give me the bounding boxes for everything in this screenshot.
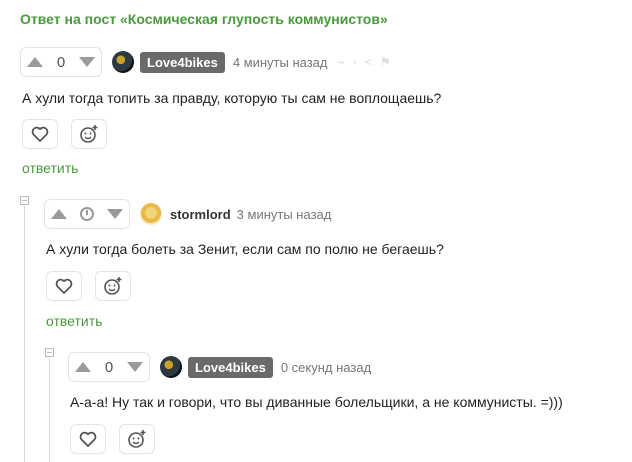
avatar[interactable] xyxy=(112,51,134,73)
clock-icon xyxy=(80,207,94,221)
collapse-icon[interactable] xyxy=(20,196,29,205)
heart-icon xyxy=(79,431,97,447)
like-button[interactable] xyxy=(22,119,58,149)
comment-text: А-а-а! Ну так и говори, что вы диванные … xyxy=(70,394,563,410)
save-icon[interactable]: ▫ xyxy=(353,55,357,69)
avatar[interactable] xyxy=(160,356,182,378)
heart-icon xyxy=(55,278,73,294)
vote-box: 0 xyxy=(68,352,150,382)
link-icon[interactable]: ⌁ xyxy=(338,55,345,69)
avatar[interactable] xyxy=(140,203,162,225)
rating-value: 0 xyxy=(56,53,66,71)
comment-text: А хули тогда топить за правду, которую т… xyxy=(22,90,442,106)
username[interactable]: Love4bikes xyxy=(140,51,225,73)
comment-header: 0 Love4bikes 0 секунд назад xyxy=(68,352,371,382)
react-button[interactable] xyxy=(95,271,131,301)
comment-tools: ⌁ ▫ < ⚑ xyxy=(338,55,391,69)
comment-text: А хули тогда болеть за Зенит, если сам п… xyxy=(46,241,444,257)
emoji-plus-icon xyxy=(104,277,122,295)
upvote-icon[interactable] xyxy=(75,362,91,372)
react-button[interactable] xyxy=(119,424,155,454)
post-link[interactable]: Ответ на пост «Космическая глупость комм… xyxy=(20,11,388,27)
react-button[interactable] xyxy=(71,119,107,149)
username[interactable]: stormlord xyxy=(170,207,231,222)
downvote-icon[interactable] xyxy=(107,209,123,219)
collapse-icon[interactable] xyxy=(45,348,54,357)
reply-link[interactable]: ответить xyxy=(46,313,102,329)
thread-line[interactable] xyxy=(49,358,50,462)
upvote-icon[interactable] xyxy=(51,209,67,219)
comment-header: 0 Love4bikes 4 минуты назад ⌁ ▫ < ⚑ xyxy=(20,47,391,77)
timestamp[interactable]: 3 минуты назад xyxy=(237,207,332,222)
username[interactable]: Love4bikes xyxy=(188,356,273,378)
vote-box xyxy=(44,199,130,229)
downvote-icon[interactable] xyxy=(127,362,143,372)
like-button[interactable] xyxy=(70,424,106,454)
thread-line[interactable] xyxy=(24,206,25,462)
heart-icon xyxy=(31,126,49,142)
like-button[interactable] xyxy=(46,271,82,301)
vote-box: 0 xyxy=(20,47,102,77)
rating-value: 0 xyxy=(104,358,114,376)
emoji-plus-icon xyxy=(80,125,98,143)
comment-1: 0 Love4bikes 4 минуты назад ⌁ ▫ < ⚑ xyxy=(20,47,391,77)
emoji-plus-icon xyxy=(128,430,146,448)
flag-icon[interactable]: ⚑ xyxy=(380,55,391,69)
comment-header: stormlord 3 минуты назад xyxy=(44,199,331,229)
upvote-icon[interactable] xyxy=(27,57,43,67)
reply-link[interactable]: ответить xyxy=(22,160,78,176)
share-icon[interactable]: < xyxy=(365,55,372,69)
timestamp[interactable]: 0 секунд назад xyxy=(281,360,371,375)
timestamp[interactable]: 4 минуты назад xyxy=(233,55,328,70)
comment-3: 0 Love4bikes 0 секунд назад xyxy=(68,352,371,382)
comment-2: stormlord 3 минуты назад xyxy=(44,199,331,229)
downvote-icon[interactable] xyxy=(79,57,95,67)
